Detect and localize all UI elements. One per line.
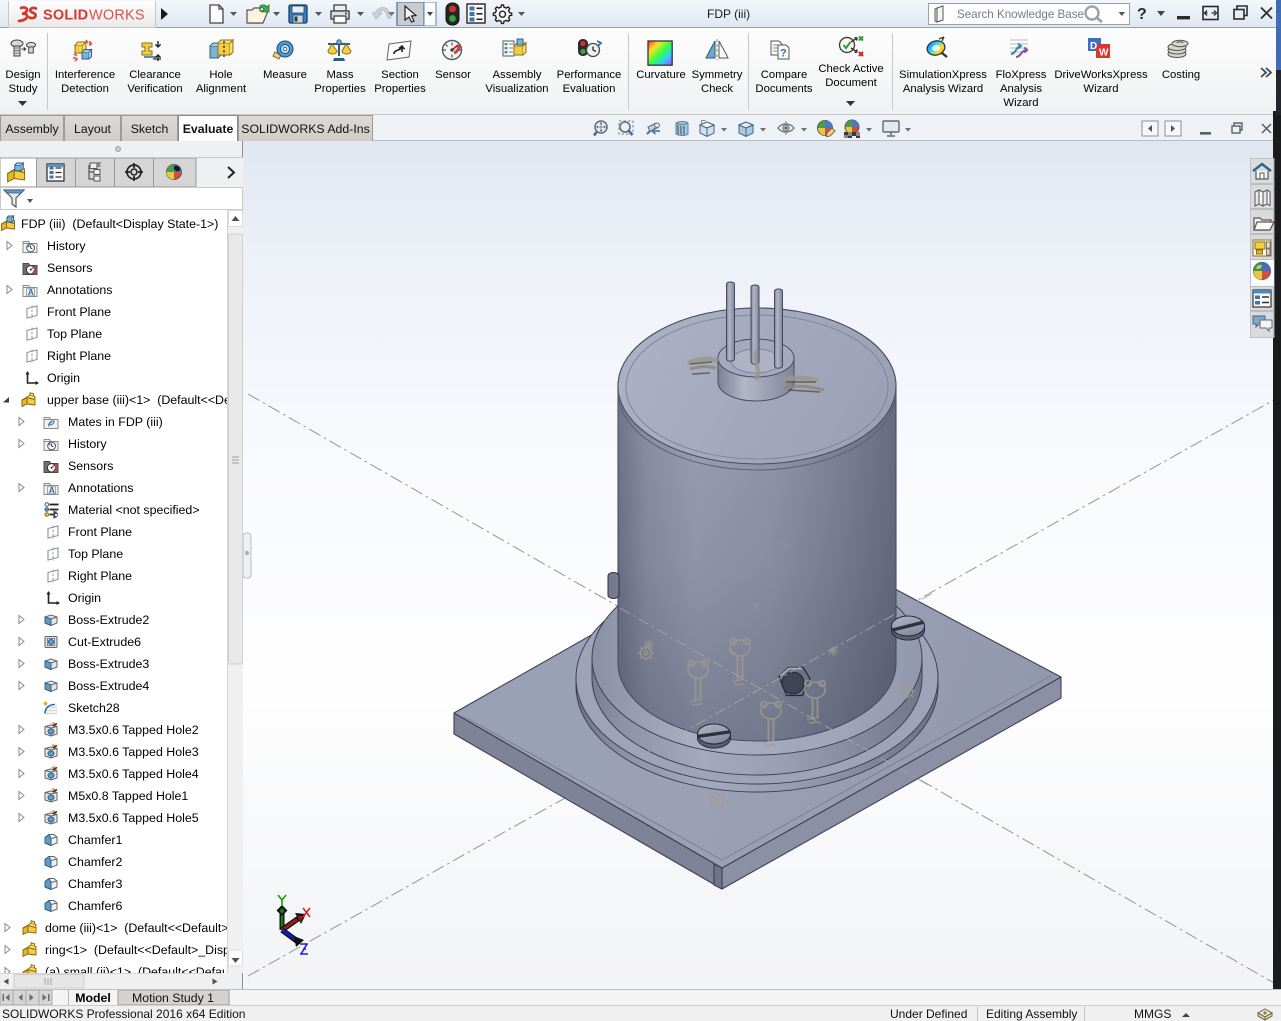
- svg-text:Front Plane: Front Plane: [68, 525, 132, 539]
- svg-text:Right Plane: Right Plane: [68, 569, 132, 583]
- svg-text:Visualization: Visualization: [485, 83, 548, 95]
- svg-text:Compare: Compare: [761, 69, 807, 81]
- svg-text:History: History: [68, 437, 107, 451]
- svg-text:SimulationXpress: SimulationXpress: [899, 69, 987, 81]
- svg-text:History: History: [47, 239, 86, 253]
- svg-text:Chamfer1: Chamfer1: [68, 833, 123, 847]
- svg-text:Measure: Measure: [263, 69, 307, 81]
- svg-text:Origin: Origin: [68, 591, 101, 605]
- svg-text:FDP (iii) (Default<Display St: FDP (iii) (Default<Display State-1>): [21, 217, 218, 231]
- svg-text:Mass: Mass: [327, 69, 354, 81]
- svg-text:Top Plane: Top Plane: [47, 327, 102, 341]
- svg-text:Analysis: Analysis: [1000, 83, 1042, 95]
- svg-text:Chamfer3: Chamfer3: [68, 877, 123, 891]
- svg-text:M3.5x0.6 Tapped Hole3: M3.5x0.6 Tapped Hole3: [68, 745, 199, 759]
- svg-text:Wizard: Wizard: [1003, 97, 1038, 109]
- svg-text:M3.5x0.6 Tapped Hole2: M3.5x0.6 Tapped Hole2: [68, 723, 199, 737]
- svg-text:Right Plane: Right Plane: [47, 349, 111, 363]
- svg-text:upper base (iii)<1> (Default<: upper base (iii)<1> (Default<<Defa: [47, 393, 227, 407]
- svg-text:Wizard: Wizard: [1083, 83, 1118, 95]
- svg-text:ring<1> (Default<<Default>_Di: ring<1> (Default<<Default>_Displ: [45, 943, 227, 957]
- svg-text:Design: Design: [5, 69, 40, 81]
- svg-text:Top Plane: Top Plane: [68, 547, 123, 561]
- svg-text:Boss-Extrude4: Boss-Extrude4: [68, 679, 149, 693]
- svg-text:Material <not specified>: Material <not specified>: [68, 503, 200, 517]
- svg-text:Mates in FDP (iii): Mates in FDP (iii): [68, 415, 163, 429]
- svg-text:Check Active: Check Active: [818, 63, 883, 75]
- svg-text:Properties: Properties: [314, 83, 366, 95]
- svg-text:Costing: Costing: [1162, 69, 1200, 81]
- svg-text:Sketch28: Sketch28: [68, 701, 120, 715]
- svg-text:dome (iii)<1> (Default<<Defau: dome (iii)<1> (Default<<Default>_: [45, 921, 227, 935]
- svg-text:Analysis Wizard: Analysis Wizard: [903, 83, 983, 95]
- svg-text:?: ?: [1137, 6, 1147, 23]
- svg-text:M5x0.8 Tapped Hole1: M5x0.8 Tapped Hole1: [68, 789, 188, 803]
- svg-text:Front Plane: Front Plane: [47, 305, 111, 319]
- svg-text:Detection: Detection: [61, 83, 109, 95]
- svg-text:Sensors: Sensors: [47, 261, 92, 275]
- svg-text:Annotations: Annotations: [47, 283, 112, 297]
- svg-text:Document: Document: [825, 77, 877, 89]
- svg-text:Symmetry: Symmetry: [692, 69, 743, 81]
- svg-text:Check: Check: [701, 83, 733, 95]
- svg-text:Evaluation: Evaluation: [563, 83, 616, 95]
- svg-text:?: ?: [780, 48, 787, 60]
- svg-text:Chamfer6: Chamfer6: [68, 899, 123, 913]
- svg-text:Cut-Extrude6: Cut-Extrude6: [68, 635, 141, 649]
- svg-text:Alignment: Alignment: [196, 83, 247, 95]
- svg-text:M3.5x0.6 Tapped Hole5: M3.5x0.6 Tapped Hole5: [68, 811, 199, 825]
- svg-text:Assembly: Assembly: [493, 69, 542, 81]
- svg-text:Model: Model: [75, 991, 111, 1005]
- svg-text:Boss-Extrude2: Boss-Extrude2: [68, 613, 149, 627]
- svg-text:Hole: Hole: [209, 69, 232, 81]
- svg-text:Verification: Verification: [127, 83, 182, 95]
- svg-text:Chamfer2: Chamfer2: [68, 855, 123, 869]
- svg-text:WORKS: WORKS: [89, 8, 145, 24]
- svg-text:SOLID: SOLID: [43, 8, 88, 24]
- svg-text:Sensors: Sensors: [68, 459, 113, 473]
- svg-text:Interference: Interference: [55, 69, 115, 81]
- svg-text:Properties: Properties: [374, 83, 426, 95]
- svg-text:Origin: Origin: [47, 371, 80, 385]
- svg-text:Documents: Documents: [755, 83, 812, 95]
- svg-text:Study: Study: [9, 83, 38, 95]
- svg-text:FloXpress: FloXpress: [996, 69, 1047, 81]
- svg-text:DriveWorksXpress: DriveWorksXpress: [1054, 69, 1148, 81]
- svg-text:Motion Study 1: Motion Study 1: [132, 991, 214, 1005]
- svg-text:D: D: [1090, 41, 1097, 52]
- svg-text:Annotations: Annotations: [68, 481, 133, 495]
- svg-text:Section: Section: [381, 69, 419, 81]
- svg-text:Clearance: Clearance: [129, 69, 181, 81]
- svg-text:W: W: [1099, 48, 1109, 59]
- svg-text:Boss-Extrude3: Boss-Extrude3: [68, 657, 149, 671]
- svg-text:Curvature: Curvature: [636, 69, 686, 81]
- svg-text:M3.5x0.6 Tapped Hole4: M3.5x0.6 Tapped Hole4: [68, 767, 199, 781]
- svg-text:Search Knowledge Base: Search Knowledge Base: [957, 8, 1084, 21]
- svg-text:Performance: Performance: [557, 69, 622, 81]
- svg-text:Sensor: Sensor: [435, 69, 471, 81]
- svg-text:(a) small (ii)<1> (Default<<D: (a) small (ii)<1> (Default<<Defaul: [45, 965, 227, 973]
